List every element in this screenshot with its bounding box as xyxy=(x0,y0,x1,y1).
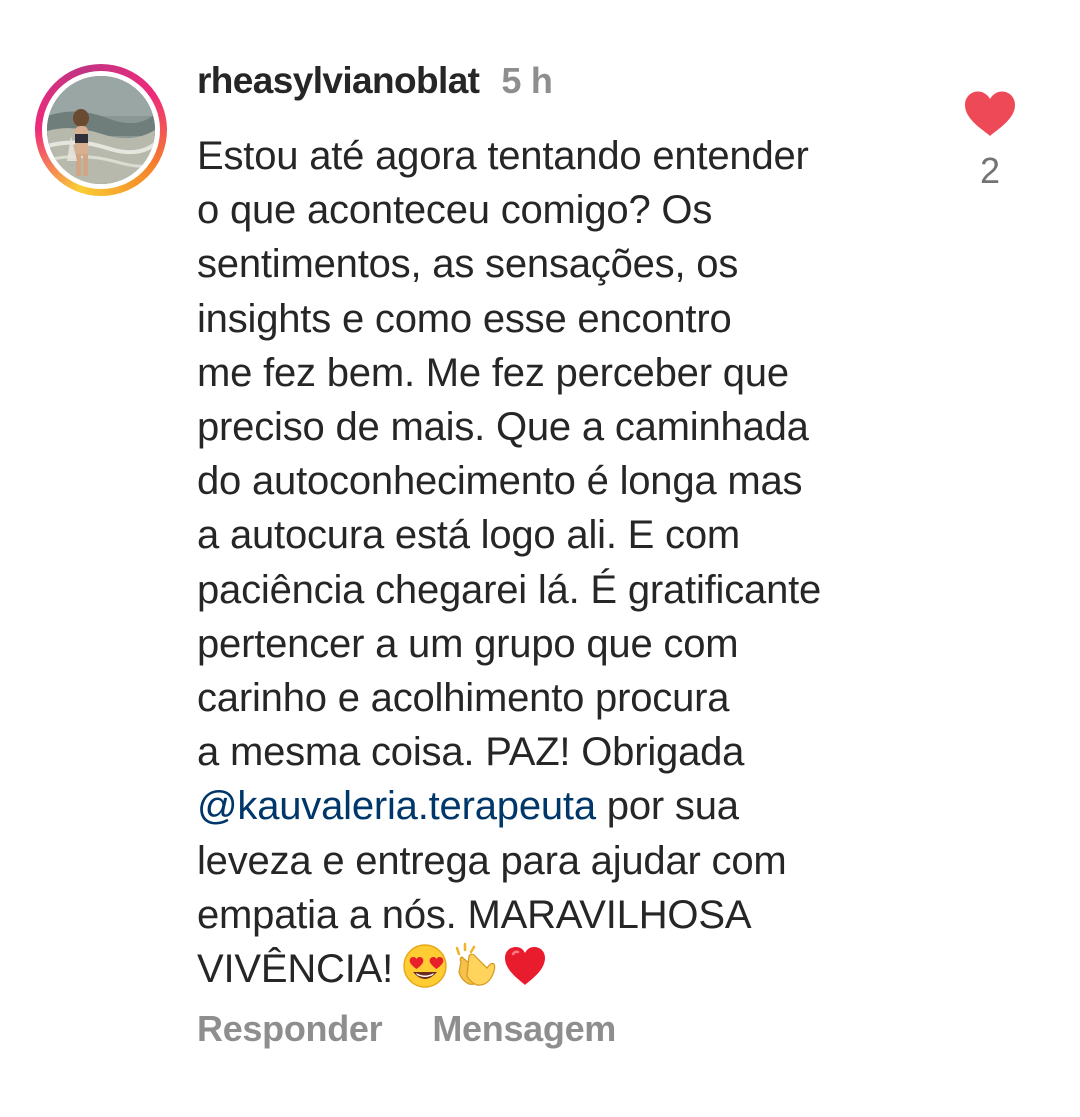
comment-line: leveza e entrega para ajudar com xyxy=(197,838,787,883)
comment-line: sentimentos, as sensações, os xyxy=(197,242,739,287)
comment-line: insights e como esse encontro xyxy=(197,296,732,341)
comment-line-mention: @kauvaleria.terapeuta por sua xyxy=(197,779,937,833)
avatar[interactable] xyxy=(47,76,155,184)
timestamp: 5 h xyxy=(501,60,553,101)
avatar-story-ring[interactable] xyxy=(35,64,167,196)
heart-eyes-emoji xyxy=(403,944,447,988)
emoji-group xyxy=(401,942,549,990)
comment-line: do autoconhecimento é longa mas xyxy=(197,459,803,504)
comment-line: paciência chegarei lá. É gratificante xyxy=(197,567,822,612)
mention-link[interactable]: @kauvaleria.terapeuta xyxy=(197,784,596,828)
comment-line-last: VIVÊNCIA! xyxy=(197,942,937,996)
message-button[interactable]: Mensagem xyxy=(432,1008,616,1050)
comment-line: empatia a nós. MARAVILHOSA xyxy=(197,892,752,937)
red-heart-emoji xyxy=(505,947,546,986)
comment-line: me fez bem. Me fez perceber que xyxy=(197,350,789,395)
comment-line: a mesma coisa. PAZ! Obrigada xyxy=(197,730,745,775)
clapping-hands-emoji xyxy=(455,942,496,986)
comment-line: o que aconteceu comigo? Os xyxy=(197,188,713,233)
comment-line: a autocura está logo ali. E com xyxy=(197,513,740,558)
username[interactable]: rheasylvianoblat xyxy=(197,60,480,102)
comment-actions: Responder Mensagem xyxy=(197,1008,616,1050)
last-line-text: VIVÊNCIA! xyxy=(197,947,394,992)
comment-line: carinho e acolhimento procura xyxy=(197,676,730,721)
mention-suffix: por sua xyxy=(595,784,739,829)
comment-text: Estou até agora tentando entender o que … xyxy=(197,129,937,996)
comment-line: Estou até agora tentando entender xyxy=(197,134,809,178)
reply-button[interactable]: Responder xyxy=(197,1008,383,1050)
comment-header: rheasylvianoblat 5 h xyxy=(197,60,553,110)
comment: rheasylvianoblat 5 h Estou até agora ten… xyxy=(0,0,1080,1117)
heart-icon[interactable] xyxy=(963,90,1017,138)
comment-line: preciso de mais. Que a caminhada xyxy=(197,405,809,450)
comment-line: pertencer a um grupo que com xyxy=(197,621,739,666)
like-column: 2 xyxy=(962,90,1018,192)
like-count: 2 xyxy=(979,150,1001,191)
